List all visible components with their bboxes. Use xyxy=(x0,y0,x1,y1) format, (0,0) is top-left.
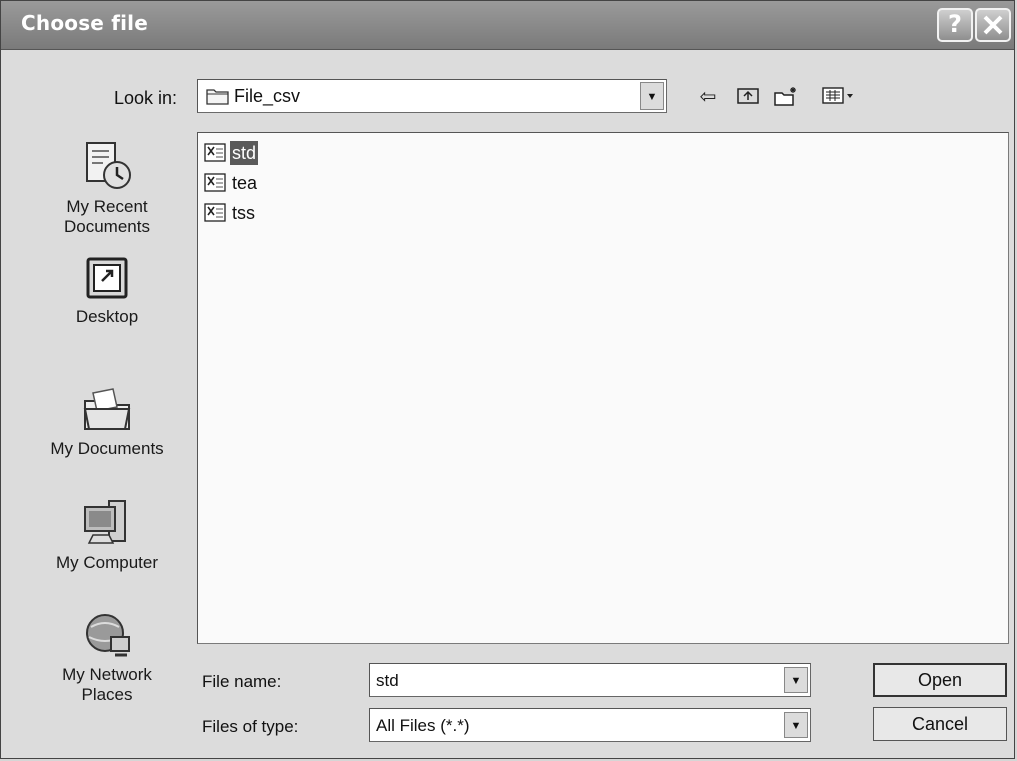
cancel-button[interactable]: Cancel xyxy=(873,707,1007,741)
place-label: My Recent Documents xyxy=(64,197,150,236)
help-button[interactable]: ? xyxy=(937,8,973,42)
place-my-documents[interactable]: My Documents xyxy=(39,383,175,459)
chevron-down-icon[interactable]: ▼ xyxy=(640,82,664,110)
place-my-network-places[interactable]: My Network Places xyxy=(39,609,175,705)
place-label: My Computer xyxy=(55,553,159,572)
file-name-value: std xyxy=(376,671,399,690)
back-arrow-icon[interactable]: ⇦ xyxy=(695,85,721,109)
recent-documents-icon xyxy=(86,142,131,189)
csv-file-icon xyxy=(204,203,226,222)
place-my-computer[interactable]: My Computer xyxy=(39,497,175,573)
my-documents-icon xyxy=(83,388,131,430)
close-button[interactable] xyxy=(975,8,1011,42)
my-computer-icon xyxy=(84,500,126,544)
chevron-down-icon[interactable]: ▼ xyxy=(784,712,808,738)
look-in-value: File_csv xyxy=(234,86,301,106)
place-my-recent-documents[interactable]: My Recent Documents xyxy=(39,137,175,237)
file-type-select[interactable]: All Files (*.*) ▼ xyxy=(369,708,811,742)
close-icon xyxy=(983,15,1003,35)
choose-file-dialog: Choose file ? Look in: File_csv ▼ ⇦ My R… xyxy=(0,0,1015,759)
place-label: My Documents xyxy=(50,439,164,458)
title-bar[interactable]: Choose file ? xyxy=(1,1,1014,50)
look-in-dropdown[interactable]: File_csv ▼ xyxy=(197,79,667,113)
look-in-label: Look in: xyxy=(114,88,178,108)
file-name-label: File name: xyxy=(202,672,282,691)
up-folder-icon[interactable] xyxy=(735,85,761,109)
view-menu-icon[interactable] xyxy=(819,85,859,109)
place-desktop[interactable]: Desktop xyxy=(39,255,175,327)
file-list-view[interactable]: std tea tss xyxy=(197,132,1009,644)
places-bar: My Recent Documents Desktop My Documents xyxy=(39,119,175,724)
chevron-down-icon[interactable]: ▼ xyxy=(784,667,808,693)
window-title: Choose file xyxy=(21,11,149,35)
file-name-input[interactable]: std ▼ xyxy=(369,663,811,697)
file-name: tea xyxy=(232,173,258,193)
file-name: std xyxy=(230,141,259,165)
csv-file-icon xyxy=(204,173,226,192)
desktop-icon xyxy=(86,257,128,299)
new-folder-icon[interactable] xyxy=(773,85,799,109)
file-type-value: All Files (*.*) xyxy=(376,716,470,735)
open-button[interactable]: Open xyxy=(873,663,1007,697)
folder-icon xyxy=(206,89,229,105)
place-label: My Network Places xyxy=(62,665,152,704)
csv-file-icon xyxy=(204,143,226,162)
network-places-icon xyxy=(86,614,130,657)
file-type-label: Files of type: xyxy=(202,717,299,736)
place-label: Desktop xyxy=(75,307,139,326)
file-name: tss xyxy=(232,203,256,223)
